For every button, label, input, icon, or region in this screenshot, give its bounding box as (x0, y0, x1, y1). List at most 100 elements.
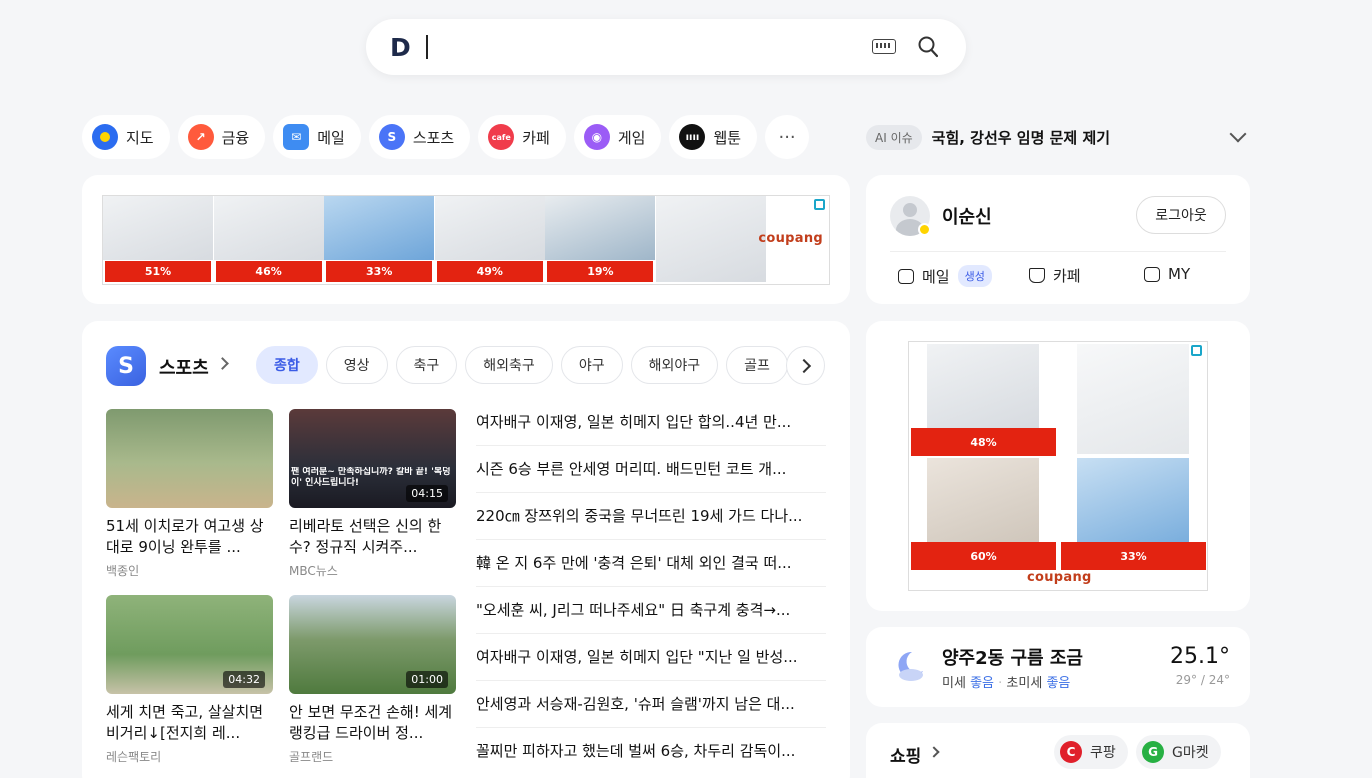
webtoon-icon: ıııı (679, 124, 706, 150)
side-ad-card: 48% 60% 33% coupang (866, 321, 1250, 611)
ad-product[interactable]: 49% (434, 196, 545, 284)
news-headline[interactable]: "오세훈 씨, J리그 떠나주세요" 日 축구계 충격→... (476, 587, 826, 634)
tile-source: 백종인 (106, 564, 140, 578)
daum-logo[interactable]: D (390, 33, 411, 62)
video-duration: 04:32 (223, 671, 265, 688)
shortcut-label: 웹툰 (713, 128, 742, 147)
news-headline[interactable]: 안세영과 서승재-김원호, '슈퍼 슬램'까지 남은 대... (476, 681, 826, 728)
ad-product[interactable]: 33% (324, 196, 435, 284)
sports-section: S 스포츠 종합 영상 축구 해외축구 야구 해외야구 골프 51세 이치로가 … (82, 321, 850, 778)
create-badge[interactable]: 생성 (957, 265, 992, 287)
shortcut-mail[interactable]: ✉ 메일 (273, 115, 361, 159)
ad-product[interactable]: 48% (909, 342, 1056, 456)
shortcut-bar: 지도 ↗ 금융 ✉ 메일 S 스포츠 cafe 카페 ◉ 게임 ıııı 웹툰 ··· (82, 115, 810, 159)
discount-badge: 19% (547, 261, 654, 282)
logout-button[interactable]: 로그아웃 (1136, 196, 1226, 234)
product-image (324, 196, 435, 260)
adchoices-icon[interactable] (814, 199, 825, 210)
product-image (545, 196, 656, 260)
tab-video[interactable]: 영상 (325, 346, 388, 384)
keyboard-icon[interactable] (872, 39, 896, 54)
sports-logo-icon[interactable]: S (106, 346, 146, 386)
profile-link-cafe[interactable]: 카페 (1029, 265, 1081, 286)
coupang-banner-ad[interactable]: 51% 46% 33% 49% 19% coupang (102, 195, 830, 285)
tile-title[interactable]: 안 보면 무조건 손해! 세계랭킹급 드라이버 정... (289, 702, 457, 744)
news-headline[interactable]: 시즌 6승 부른 안세영 머리띠. 배드민턴 코트 개... (476, 446, 826, 493)
sports-video-tile[interactable]: 04:32 세게 치면 죽고, 살살치면 비거리↓[전지희 레... 레슨팩토리 (106, 595, 274, 765)
tab-soccer[interactable]: 축구 (395, 346, 458, 384)
tab-overseas-baseball[interactable]: 해외야구 (630, 346, 719, 384)
ad-product[interactable]: 60% (909, 456, 1056, 570)
news-headline[interactable]: 여자배구 이재영, 일본 히메지 입단 "지난 일 반성... (476, 634, 826, 681)
sports-video-tile[interactable]: 51세 이치로가 여고생 상대로 9이닝 완투를 ... 백종인 (106, 409, 274, 579)
shortcut-webtoon[interactable]: ıııı 웹툰 (669, 115, 758, 159)
ai-issue-text[interactable]: 국힘, 강선우 임명 문제 제기 (932, 127, 1110, 148)
game-icon: ◉ (583, 124, 610, 150)
chevron-right-icon[interactable] (928, 746, 940, 758)
shortcut-finance[interactable]: ↗ 금융 (177, 115, 266, 159)
ad-product[interactable]: 46% (213, 196, 324, 284)
sports-video-tile[interactable]: 팬 여러분~ 만족하십니까? 칼바 끝! '복덩이' 인사드립니다! 04:15… (289, 409, 457, 579)
ad-product[interactable] (1059, 342, 1206, 456)
video-thumbnail[interactable]: 04:32 (106, 595, 273, 694)
tab-overall[interactable]: 종합 (256, 346, 318, 384)
shop-label: 쿠팡 (1090, 745, 1116, 761)
video-thumbnail[interactable]: 01:00 (289, 595, 456, 694)
mail-outline-icon (898, 268, 914, 284)
sports-news-list: 여자배구 이재영, 일본 히메지 입단 합의..4년 만... 시즌 6승 부른… (476, 399, 826, 775)
news-headline[interactable]: 韓 온 지 6주 만에 '충격 은퇴' 대체 외인 결국 떠... (476, 540, 826, 587)
sports-video-tile[interactable]: 01:00 안 보면 무조건 손해! 세계랭킹급 드라이버 정... 골프랜드 (289, 595, 457, 765)
ad-product[interactable]: 19% (545, 196, 656, 284)
profile-link-my[interactable]: MY (1144, 265, 1190, 283)
ai-issue-bar[interactable]: AI 이슈 국힘, 강선우 임명 문제 제기 (866, 122, 1250, 152)
tabs-next-button[interactable] (786, 346, 825, 385)
shortcut-sports[interactable]: S 스포츠 (368, 115, 471, 159)
top-ad-card: 51% 46% 33% 49% 19% coupang (82, 175, 850, 304)
fine-dust-label: 초미세 (1006, 676, 1043, 691)
search-bar[interactable]: D (366, 19, 966, 75)
dust-value: 좋음 (970, 676, 994, 691)
profile-link-mail[interactable]: 메일 생성 (898, 265, 992, 287)
link-label: 메일 (922, 267, 950, 286)
separator: · (998, 676, 1003, 691)
shopping-title[interactable]: 쇼핑 (890, 742, 921, 767)
tile-title[interactable]: 리베라토 선택은 신의 한 수? 정규직 시켜주... (289, 516, 457, 558)
shortcut-cafe[interactable]: cafe 카페 (478, 115, 566, 159)
divider (890, 251, 1226, 252)
news-headline[interactable]: 여자배구 이재영, 일본 히메지 입단 합의..4년 만... (476, 399, 826, 446)
product-image (213, 196, 324, 260)
coupang-side-ad[interactable]: 48% 60% 33% coupang (908, 341, 1208, 591)
tab-baseball[interactable]: 야구 (560, 346, 623, 384)
tile-title[interactable]: 51세 이치로가 여고생 상대로 9이닝 완투를 ... (106, 516, 274, 558)
tab-overseas-soccer[interactable]: 해외축구 (465, 346, 553, 384)
weather-card[interactable]: 양주2동 구름 조금 미세 좋음 · 초미세 좋음 25.1° 29° / 24… (866, 627, 1250, 707)
adchoices-icon[interactable] (1191, 345, 1202, 356)
news-headline[interactable]: 꼴찌만 피하자고 했는데 벌써 6승, 차두리 감독이... (476, 728, 826, 775)
ai-issue-badge: AI 이슈 (866, 124, 922, 150)
text-cursor (426, 35, 428, 59)
tile-title[interactable]: 세게 치면 죽고, 살살치면 비거리↓[전지희 레... (106, 702, 274, 744)
chevron-right-icon[interactable] (216, 357, 229, 370)
ad-product[interactable]: 33% (1059, 456, 1206, 570)
ad-product[interactable] (655, 196, 766, 284)
shortcut-label: 금융 (221, 128, 250, 147)
shop-link-coupang[interactable]: C 쿠팡 (1054, 735, 1128, 769)
ad-product[interactable]: 51% (103, 196, 213, 284)
mail-icon: ✉ (283, 124, 310, 150)
tile-source: 레슨팩토리 (106, 750, 162, 764)
sports-icon: S (378, 124, 405, 150)
search-icon[interactable] (918, 36, 938, 58)
tab-golf[interactable]: 골프 (726, 346, 788, 384)
video-thumbnail[interactable] (106, 409, 273, 508)
news-headline[interactable]: 220㎝ 장쯔위의 중국을 무너뜨린 19세 가드 다나... (476, 493, 826, 540)
shortcut-game[interactable]: ◉ 게임 (573, 115, 662, 159)
username[interactable]: 이순신 (942, 203, 992, 229)
product-image (1077, 344, 1189, 454)
sports-title[interactable]: 스포츠 (159, 354, 209, 380)
video-thumbnail[interactable]: 팬 여러분~ 만족하십니까? 칼바 끝! '복덩이' 인사드립니다! 04:15 (289, 409, 456, 508)
more-button[interactable]: ··· (765, 115, 810, 159)
chevron-down-icon[interactable] (1229, 125, 1247, 143)
shop-link-gmarket[interactable]: G G마켓 (1136, 735, 1221, 769)
shortcut-map[interactable]: 지도 (82, 115, 170, 159)
link-label: MY (1168, 265, 1191, 283)
